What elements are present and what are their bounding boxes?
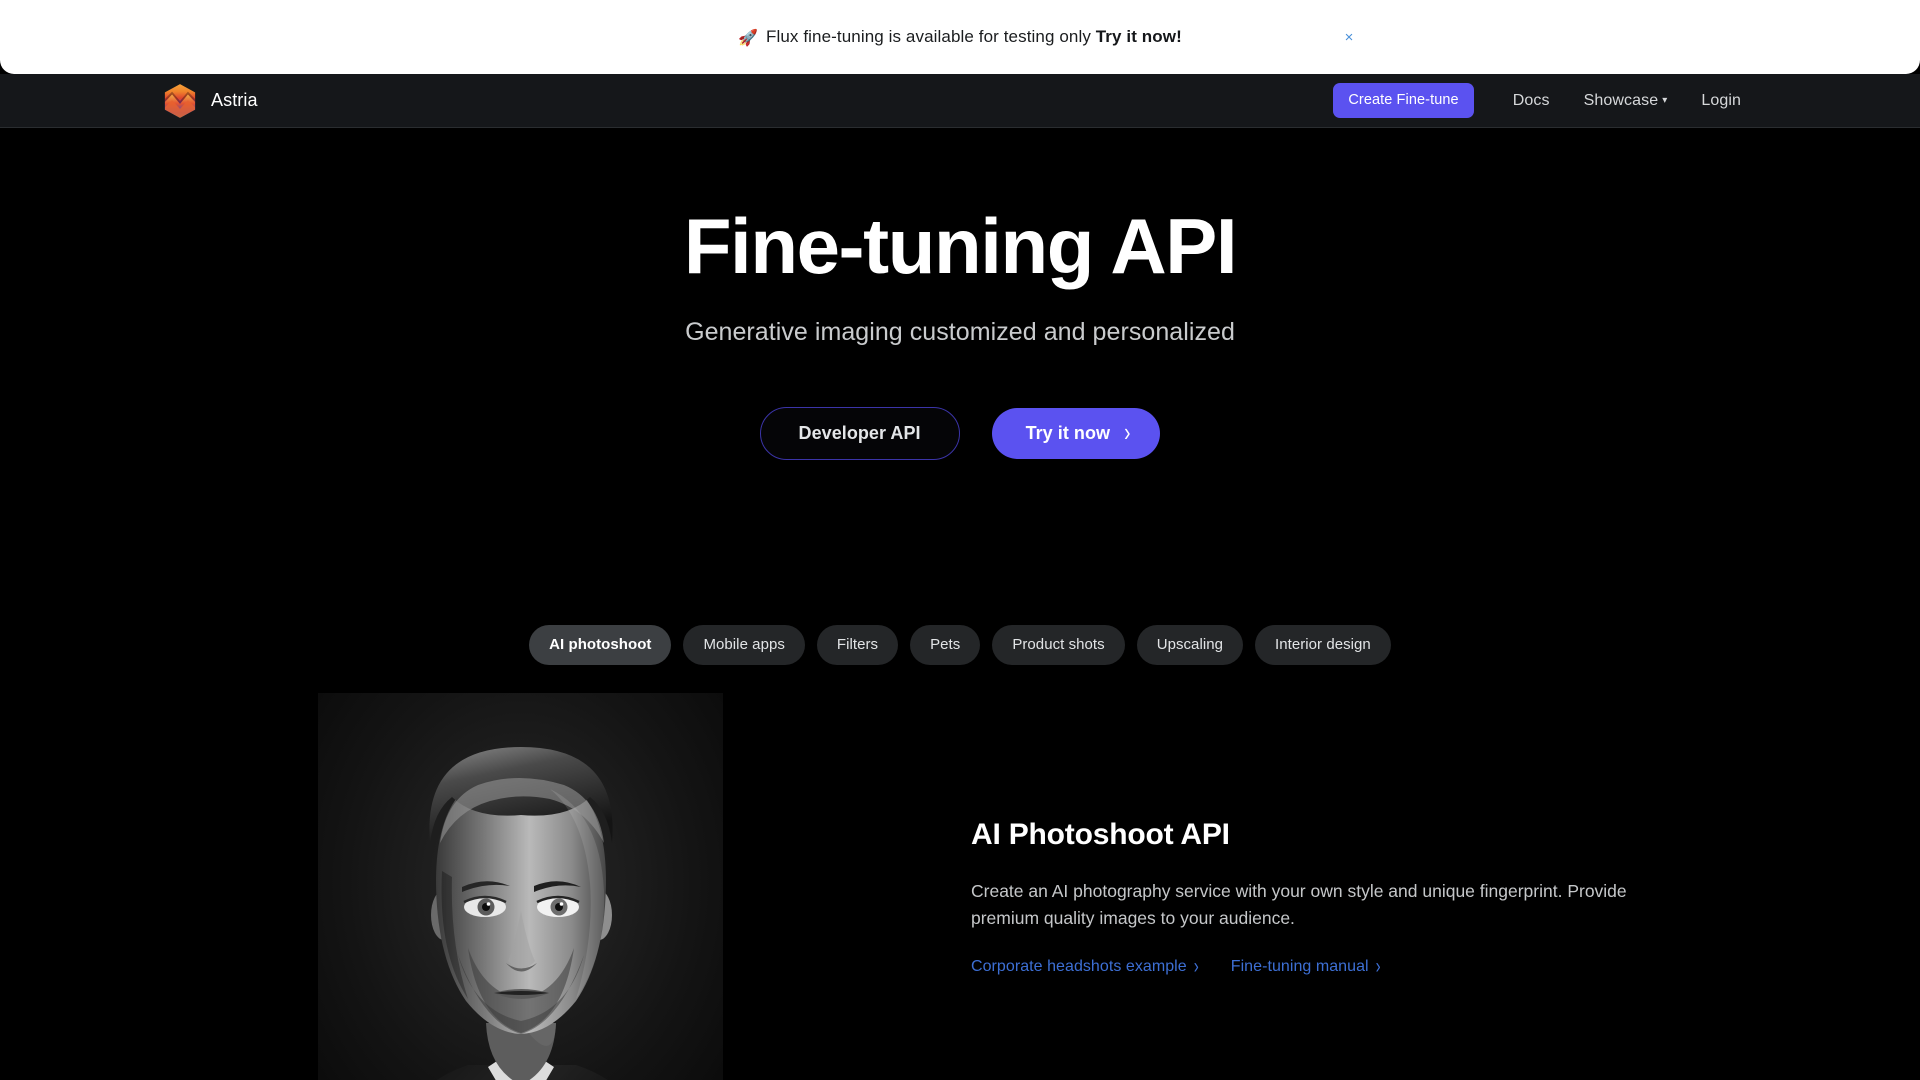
main-navbar: Astria Create Fine-tune Docs Showcase ▾ L… — [0, 74, 1920, 128]
nav-link-showcase[interactable]: Showcase ▾ — [1567, 86, 1685, 116]
corporate-headshots-example-label: Corporate headshots example — [971, 957, 1187, 975]
page-subtitle: Generative imaging customized and person… — [685, 318, 1235, 347]
tab-interior-design[interactable]: Interior design — [1255, 625, 1391, 665]
astria-hexagon-logo-icon — [162, 83, 198, 119]
showcase-title: AI Photoshoot API — [971, 818, 1230, 851]
brand-name-label: Astria — [211, 90, 258, 110]
nav-link-docs[interactable]: Docs — [1496, 86, 1567, 116]
announcement-banner: 🚀 Flux fine-tuning is available for test… — [0, 0, 1920, 74]
developer-api-button[interactable]: Developer API — [759, 407, 960, 461]
rocket-icon: 🚀 — [738, 29, 759, 47]
chevron-right-icon: › — [1124, 419, 1131, 448]
tab-pets[interactable]: Pets — [910, 625, 981, 665]
fine-tuning-manual-link[interactable]: Fine-tuning manual › — [1230, 954, 1381, 979]
showcase-link-group: Corporate headshots example › Fine-tunin… — [971, 954, 1671, 979]
announcement-message: Flux fine-tuning is available for testin… — [765, 26, 1091, 46]
nav-link-showcase-label: Showcase — [1583, 91, 1659, 109]
showcase-portrait-image — [318, 693, 723, 1080]
tab-mobile-apps[interactable]: Mobile apps — [683, 625, 805, 665]
brand-home-link[interactable]: Astria — [162, 83, 258, 119]
showcase-section: AI Photoshoot API Create an AI photograp… — [0, 693, 1920, 1080]
tab-ai-photoshoot[interactable]: AI photoshoot — [529, 625, 672, 665]
nav-link-login[interactable]: Login — [1684, 86, 1758, 116]
chevron-down-icon: ▾ — [1662, 94, 1668, 106]
showcase-copy-block: AI Photoshoot API Create an AI photograp… — [971, 818, 1671, 979]
chevron-right-icon: › — [1375, 954, 1381, 979]
corporate-headshots-example-link[interactable]: Corporate headshots example › — [971, 954, 1199, 979]
tab-upscaling[interactable]: Upscaling — [1136, 625, 1244, 665]
navbar-right-group: Create Fine-tune Docs Showcase ▾ Login — [1333, 83, 1758, 118]
chevron-right-icon: › — [1193, 954, 1199, 979]
announcement-text: 🚀 Flux fine-tuning is available for test… — [738, 27, 1182, 48]
fine-tuning-manual-label: Fine-tuning manual — [1230, 957, 1369, 975]
hero-section: Fine-tuning API Generative imaging custo… — [0, 128, 1920, 461]
announcement-banner-region: 🚀 Flux fine-tuning is available for test… — [0, 0, 1920, 74]
tab-product-shots[interactable]: Product shots — [992, 625, 1125, 665]
close-icon[interactable]: × — [1338, 26, 1360, 48]
tab-filters[interactable]: Filters — [816, 625, 899, 665]
announcement-cta-link[interactable]: Try it now! — [1096, 27, 1182, 46]
hero-action-buttons: Developer API Try it now › — [0, 407, 1920, 461]
page-title: Fine-tuning API — [683, 202, 1238, 290]
showcase-description: Create an AI photography service with yo… — [971, 881, 1627, 928]
create-fine-tune-button[interactable]: Create Fine-tune — [1333, 83, 1474, 118]
try-it-now-label: Try it now — [1025, 423, 1111, 444]
try-it-now-button[interactable]: Try it now › — [991, 408, 1161, 460]
category-tab-list: AI photoshoot Mobile apps Filters Pets P… — [0, 625, 1920, 665]
